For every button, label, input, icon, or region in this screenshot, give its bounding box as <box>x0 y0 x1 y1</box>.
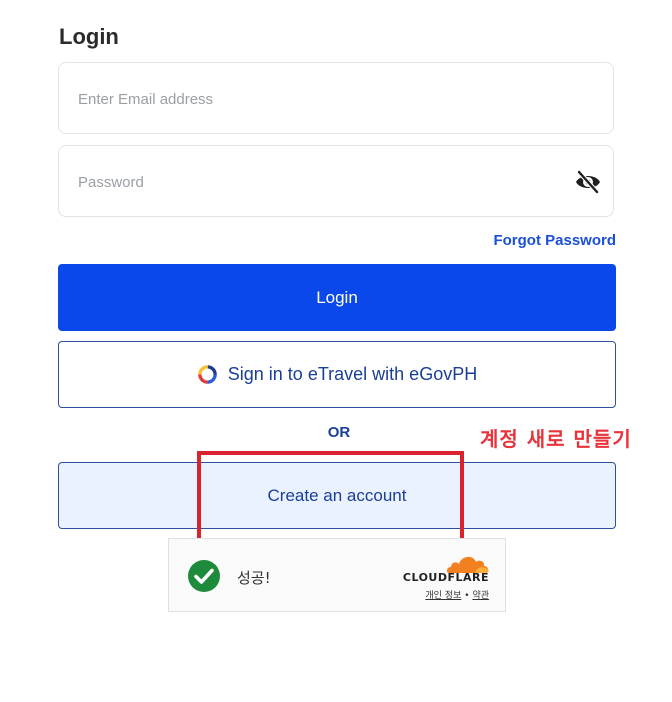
password-input[interactable] <box>76 146 560 218</box>
egov-signin-button[interactable]: Sign in to eTravel with eGovPH <box>58 341 616 408</box>
email-input[interactable] <box>76 63 560 135</box>
cloudflare-brand: CLOUDFLARE <box>402 571 489 584</box>
forgot-password-link[interactable]: Forgot Password <box>493 232 616 249</box>
captcha-links: 개인 정보 • 약관 <box>425 588 489 601</box>
captcha-status: 성공! <box>237 569 271 587</box>
login-button[interactable]: Login <box>58 264 616 331</box>
eye-off-icon[interactable] <box>575 169 601 195</box>
login-title: Login <box>59 24 119 49</box>
egov-logo-icon <box>197 365 217 384</box>
password-field[interactable] <box>58 145 614 218</box>
success-check-icon <box>188 560 220 592</box>
annotation-label: 계정 새로 만들기 <box>480 427 632 451</box>
email-field[interactable] <box>58 62 614 135</box>
create-account-label: Create an account <box>267 485 407 505</box>
egov-signin-label: Sign in to eTravel with eGovPH <box>227 364 478 384</box>
privacy-link[interactable]: 개인 정보 <box>425 591 461 601</box>
links-separator: • <box>464 591 470 601</box>
create-account-button[interactable]: Create an account <box>58 462 616 529</box>
cloudflare-captcha-widget: 성공! CLOUDFLARE 개인 정보 • 약관 <box>168 538 506 612</box>
terms-link[interactable]: 약관 <box>472 591 489 601</box>
